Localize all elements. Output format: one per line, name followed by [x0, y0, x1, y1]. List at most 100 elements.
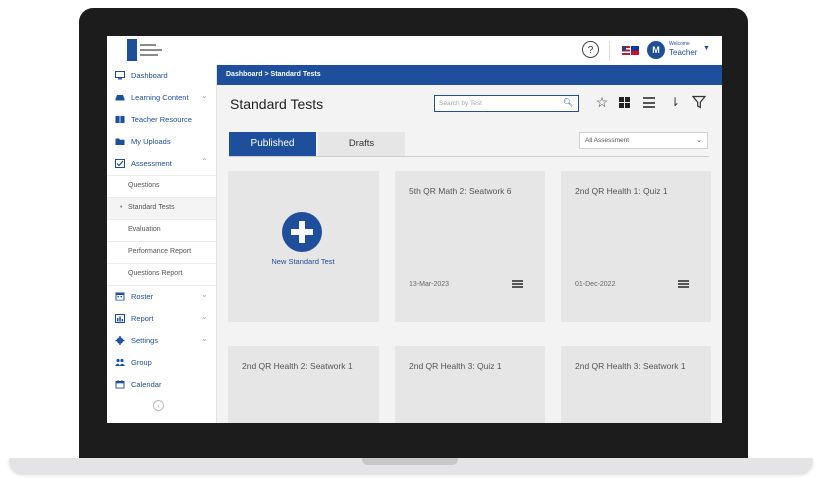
search-icon[interactable]: 🔍︎: [563, 98, 573, 107]
sidebar: Dashboard Learning Content ⌄ Teacher Res…: [107, 65, 217, 423]
chevron-down-icon: ⌄: [696, 137, 702, 144]
test-date: 01-Dec-2022: [575, 281, 616, 288]
laptop-notch: [362, 458, 458, 465]
test-title: 2nd QR Health 2: Seatwork 1: [242, 361, 353, 371]
app-logo[interactable]: [127, 39, 169, 61]
grid-view-icon[interactable]: [619, 97, 630, 108]
star-icon[interactable]: ☆: [595, 95, 609, 109]
sidebar-item-report[interactable]: Report ⌄: [107, 308, 216, 330]
language-flags[interactable]: [622, 46, 639, 55]
tab-published[interactable]: Published: [229, 132, 316, 156]
breadcrumb-text[interactable]: Dashboard > Standard Tests: [226, 71, 321, 78]
help-button[interactable]: ?: [582, 41, 599, 58]
calendar-grid-icon: [115, 292, 125, 301]
logo-text-line: [140, 54, 158, 56]
sidebar-item-dashboard[interactable]: Dashboard: [107, 65, 216, 87]
test-card[interactable]: 2nd QR Health 3: Seatwork 1: [561, 346, 711, 423]
tab-drafts[interactable]: Drafts: [318, 132, 405, 156]
welcome-text: Welcome: [669, 41, 690, 47]
gear-icon: [115, 336, 125, 345]
sidebar-item-label: Settings: [131, 336, 159, 345]
question-circle-icon: ?: [587, 45, 594, 56]
sidebar-item-roster[interactable]: Roster ⌄: [107, 286, 216, 308]
car-icon: [115, 95, 125, 101]
sidebar-item-label: Calendar: [131, 380, 162, 389]
user-avatar[interactable]: M: [647, 41, 665, 59]
sidebar-subitem-label: Standard Tests: [128, 204, 175, 211]
sidebar-subitem-label: Questions: [128, 182, 160, 189]
user-name[interactable]: Teacher: [669, 48, 697, 57]
test-title: 2nd QR Health 3: Seatwork 1: [575, 361, 686, 371]
logo-text-line: [140, 49, 162, 51]
sidebar-collapse-button[interactable]: ‹: [153, 400, 164, 411]
sidebar-item-label: My Uploads: [131, 137, 171, 146]
sidebar-subitem-questions[interactable]: Questions: [107, 176, 216, 197]
assessment-filter-select[interactable]: All Assessment ⌄: [579, 132, 708, 149]
page-title: Standard Tests: [230, 96, 324, 112]
test-card[interactable]: 2nd QR Health 3: Quiz 1: [395, 346, 545, 423]
sidebar-subitem-label: Questions Report: [128, 270, 183, 277]
sidebar-subitem-questions-report[interactable]: Questions Report: [107, 264, 216, 285]
sidebar-subitem-standard-tests[interactable]: • Standard Tests: [107, 198, 216, 219]
chevron-down-icon: ⌄: [201, 290, 208, 299]
sidebar-item-label: Roster: [131, 292, 154, 301]
sidebar-subitem-performance-report[interactable]: Performance Report: [107, 242, 216, 263]
logo-text-line: [140, 44, 156, 46]
sidebar-item-label: Group: [131, 358, 152, 367]
new-test-label: New Standard Test: [271, 257, 335, 266]
sidebar-item-teacher-resource[interactable]: Teacher Resource: [107, 109, 216, 131]
filter-icon[interactable]: [692, 95, 706, 109]
test-date: 13-Mar-2023: [409, 281, 450, 288]
list-view-icon[interactable]: [643, 97, 655, 108]
book-icon: [115, 116, 125, 123]
sidebar-subitem-label: Performance Report: [128, 248, 192, 255]
test-title: 5th QR Math 2: Seatwork 6: [409, 186, 512, 196]
folder-icon: [115, 138, 125, 145]
menu-icon[interactable]: [678, 280, 689, 288]
chevron-down-icon: ⌄: [201, 312, 208, 321]
sidebar-subitem-label: Evaluation: [128, 226, 161, 233]
search-input[interactable]: [439, 97, 559, 110]
sidebar-item-label: Assessment: [131, 159, 172, 168]
test-card[interactable]: 2nd QR Health 2: Seatwork 1: [228, 346, 379, 423]
test-card[interactable]: 2nd QR Health 1: Quiz 1 01-Dec-2022: [561, 171, 711, 322]
chevron-down-icon: ⌄: [201, 334, 208, 343]
sidebar-item-label: Dashboard: [131, 71, 168, 80]
filter-value: All Assessment: [585, 137, 630, 144]
divider: [609, 41, 610, 61]
new-standard-test-card[interactable]: New Standard Test: [228, 171, 379, 322]
checklist-icon: [115, 159, 125, 168]
top-bar: ? M Welcome Teacher ▼: [107, 36, 722, 66]
plus-circle-icon: [282, 212, 322, 252]
active-dot-icon: •: [120, 204, 123, 211]
chart-icon: [115, 314, 125, 323]
sidebar-subitem-evaluation[interactable]: Evaluation: [107, 220, 216, 241]
sort-icon[interactable]: ⇂: [668, 95, 682, 109]
logo-mark: [127, 39, 137, 61]
app-screen: ? M Welcome Teacher ▼ Dashboard Learning…: [107, 36, 722, 423]
sidebar-item-label: Learning Content: [131, 93, 189, 102]
sidebar-item-settings[interactable]: Settings ⌄: [107, 330, 216, 352]
search-box: 🔍︎: [434, 95, 579, 112]
people-icon: [115, 358, 125, 366]
test-title: 2nd QR Health 3: Quiz 1: [409, 361, 502, 371]
sidebar-item-label: Teacher Resource: [131, 115, 192, 124]
menu-icon[interactable]: [512, 280, 523, 288]
us-flag-icon: [622, 46, 630, 55]
divider: [229, 156, 709, 157]
sidebar-item-group[interactable]: Group: [107, 352, 216, 374]
monitor-icon: [115, 71, 125, 80]
chevron-down-icon: ⌄: [201, 91, 208, 100]
test-title: 2nd QR Health 1: Quiz 1: [575, 186, 668, 196]
sidebar-item-assessment[interactable]: Assessment ⌃: [107, 153, 216, 175]
user-menu-caret-icon[interactable]: ▼: [703, 45, 710, 52]
chevron-up-icon: ⌃: [201, 157, 208, 166]
sidebar-item-learning-content[interactable]: Learning Content ⌄: [107, 87, 216, 109]
breadcrumb: Dashboard > Standard Tests: [217, 65, 722, 85]
sidebar-item-calendar[interactable]: Calendar: [107, 374, 216, 396]
ph-flag-icon: [631, 46, 639, 55]
test-card[interactable]: 5th QR Math 2: Seatwork 6 13-Mar-2023: [395, 171, 545, 322]
sidebar-item-label: Report: [131, 314, 154, 323]
sidebar-item-my-uploads[interactable]: My Uploads: [107, 131, 216, 153]
calendar-icon: [115, 380, 125, 389]
